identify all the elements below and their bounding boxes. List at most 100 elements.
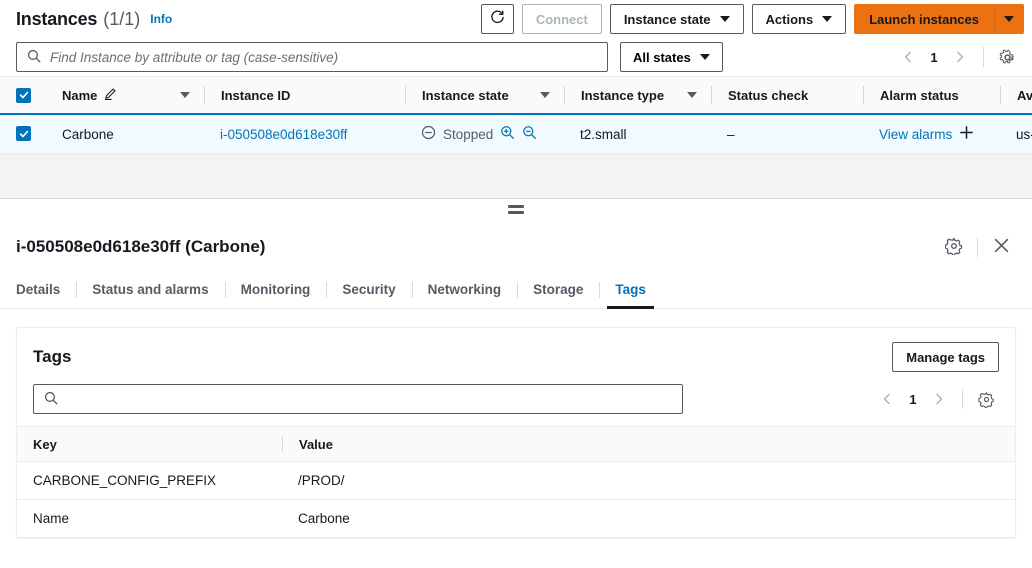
all-states-label: All states [633,49,691,65]
detail-panel-title: i-050508e0d618e30ff (Carbone) [16,237,266,256]
divider [977,237,978,257]
zoom-out-icon[interactable] [522,125,537,143]
tags-next-page-button[interactable] [926,386,952,412]
column-header-instance-state[interactable]: Instance state [405,76,564,115]
divider [983,47,984,67]
column-label: Instance ID [221,87,291,103]
column-header-availability-zone[interactable]: Av [1000,76,1032,115]
tags-search-input[interactable] [67,391,672,407]
tab-label: Storage [533,282,584,297]
instance-state-text: Stopped [443,126,494,142]
tags-search-box[interactable] [33,384,683,414]
tags-pagination: 1 [874,386,999,412]
prev-page-button[interactable] [895,44,921,70]
search-instances-box[interactable] [16,42,608,72]
tags-column-header-key[interactable]: Key [17,426,282,462]
page-title: Instances [16,8,98,29]
column-header-instance-type[interactable]: Instance type [564,76,711,115]
chevron-down-icon [1004,16,1014,22]
divider [962,389,963,409]
instance-state-label: Instance state [623,11,711,27]
column-header-instance-id[interactable]: Instance ID [204,76,405,115]
tags-section: Tags Manage tags 1 Key Value CARBONE_CON… [16,327,1016,538]
toolbar-actions: Connect Instance state Actions Launch in… [480,4,1024,34]
table-row[interactable]: Name Carbone [17,499,1015,537]
tab-status-and-alarms[interactable]: Status and alarms [76,272,224,308]
tab-security[interactable]: Security [326,272,411,308]
table-header-row: Name Instance ID Instance state Instance… [0,76,1032,115]
select-all-checkbox[interactable] [16,87,31,103]
tab-networking[interactable]: Networking [411,272,518,308]
instance-id-link[interactable]: i-050508e0d618e30ff [220,127,347,142]
tab-tags[interactable]: Tags [599,272,662,309]
tags-table: Key Value CARBONE_CONFIG_PREFIX /PROD/ N… [17,426,1015,537]
tab-label: Details [16,282,61,297]
column-header-status-check[interactable]: Status check [711,76,863,115]
actions-button[interactable]: Actions [751,4,847,34]
cell-tag-key: CARBONE_CONFIG_PREFIX [17,461,282,500]
panel-splitter[interactable] [0,198,1032,220]
zoom-in-icon[interactable] [500,125,515,143]
instances-panel: Instances (1/1) Info Connect Instance st… [0,0,1032,198]
tab-storage[interactable]: Storage [517,272,599,308]
tags-prev-page-button[interactable] [874,386,900,412]
manage-tags-button[interactable]: Manage tags [892,342,999,372]
chevron-down-icon [699,54,710,60]
cell-name: Carbone [46,114,204,154]
table-row[interactable]: Carbone i-050508e0d618e30ff Stopped t2.s… [0,114,1032,154]
cell-instance-id: i-050508e0d618e30ff [204,114,405,154]
current-page[interactable]: 1 [923,50,945,65]
tab-monitoring[interactable]: Monitoring [224,272,327,308]
view-alarms-link[interactable]: View alarms [879,127,952,142]
search-icon [44,391,58,408]
detail-panel-header: i-050508e0d618e30ff (Carbone) [0,220,1032,264]
detail-settings-button[interactable] [939,232,969,262]
cell-instance-state: Stopped [405,114,564,154]
gear-icon [944,237,963,258]
info-link[interactable]: Info [150,12,172,26]
sort-descending-icon[interactable] [687,92,697,98]
column-header-alarm-status[interactable]: Alarm status [863,76,1000,115]
tags-current-page[interactable]: 1 [902,392,924,407]
instances-toolbar: Instances (1/1) Info Connect Instance st… [0,0,1032,38]
table-settings-button[interactable] [994,44,1020,70]
stopped-circle-icon [421,125,436,143]
sort-descending-icon[interactable] [180,92,190,98]
instance-state-button[interactable]: Instance state [609,4,744,34]
launch-instances-button[interactable]: Launch instances [854,4,994,34]
column-header-name[interactable]: Name [46,76,204,115]
instance-detail-panel: i-050508e0d618e30ff (Carbone) Details St… [0,220,1032,538]
table-empty-area [0,154,1032,198]
close-icon [993,237,1010,257]
tags-header-row: Key Value [17,426,1015,462]
sort-descending-icon[interactable] [540,92,550,98]
cell-availability-zone: us- [1000,114,1032,154]
row-checkbox[interactable] [16,126,31,142]
connect-button[interactable]: Connect [521,4,602,34]
tab-label: Tags [615,282,646,297]
select-all-header [0,76,46,115]
instances-table: Name Instance ID Instance state Instance… [0,76,1032,154]
tags-column-header-value[interactable]: Value [282,426,1015,462]
column-label: Instance state [422,87,509,103]
tab-label: Networking [427,282,502,297]
column-label: Value [299,436,333,452]
cell-tag-value: /PROD/ [282,461,1015,500]
table-row[interactable]: CARBONE_CONFIG_PREFIX /PROD/ [17,461,1015,500]
tab-details[interactable]: Details [16,272,76,308]
search-icon [27,49,41,66]
close-panel-button[interactable] [986,232,1016,262]
launch-instances-menu-button[interactable] [994,4,1024,34]
chevron-down-icon [822,16,833,22]
edit-icon[interactable] [103,87,117,104]
refresh-button[interactable] [480,4,514,34]
tags-settings-button[interactable] [973,386,999,412]
search-input[interactable] [50,49,597,65]
all-states-dropdown[interactable]: All states [620,42,723,72]
column-label: Name [62,87,98,103]
next-page-button[interactable] [947,44,973,70]
plus-icon[interactable] [959,125,974,143]
chevron-down-icon [719,16,730,22]
tags-title: Tags [33,347,72,366]
drag-handle-icon[interactable] [508,205,524,214]
